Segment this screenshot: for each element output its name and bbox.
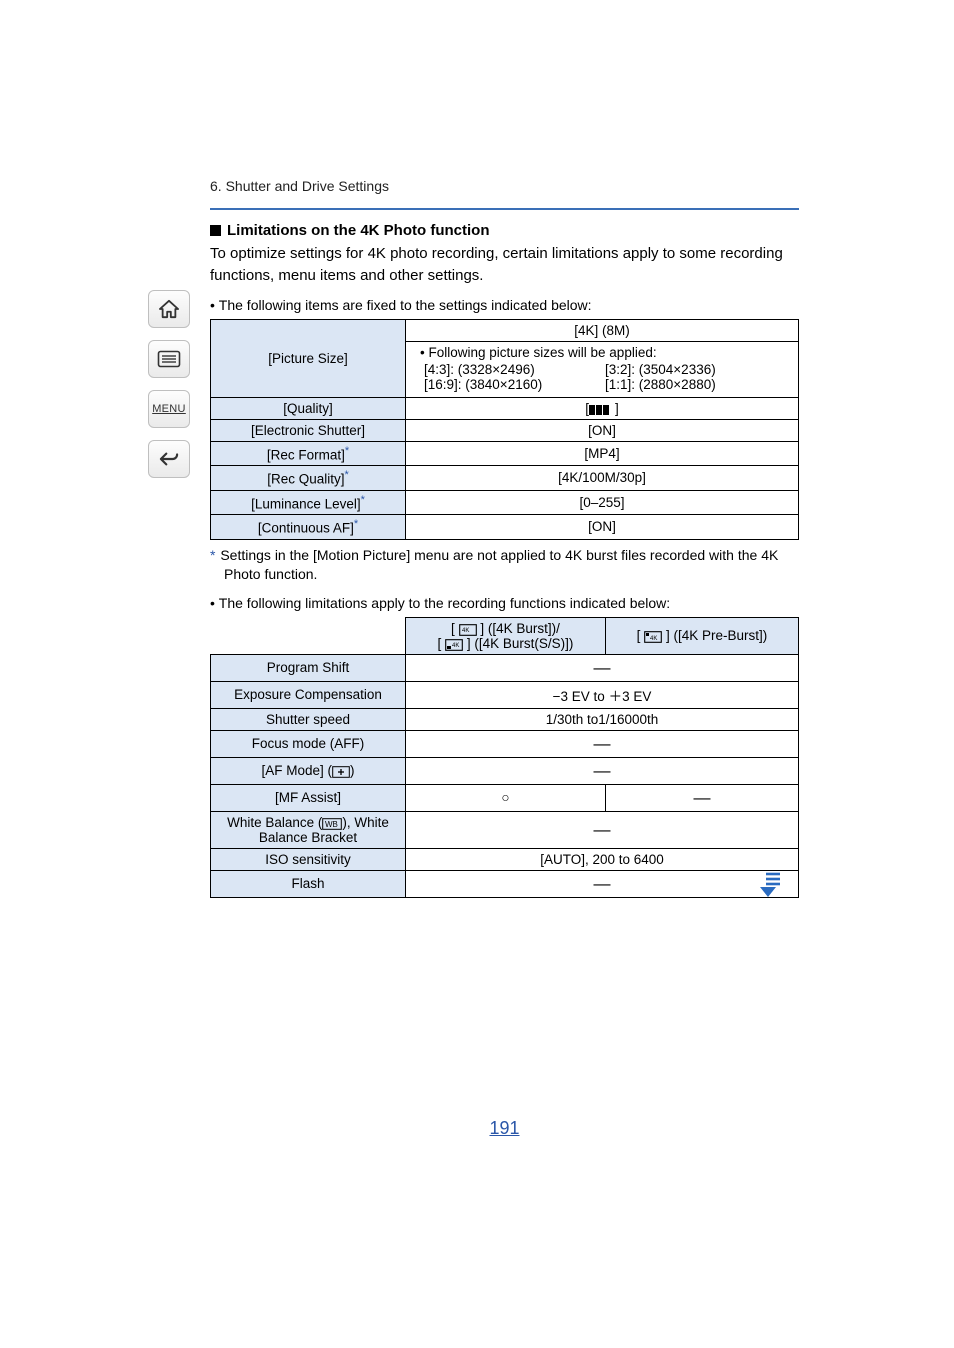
- preburst-icon: 4K: [644, 631, 662, 643]
- table-row: [Rec Format]* [MP4]: [211, 441, 799, 466]
- row-label: [Continuous AF]*: [211, 515, 406, 540]
- table-row: [Luminance Level]* [0–255]: [211, 490, 799, 515]
- size-value: [4:3]: (3328×2496): [424, 362, 605, 377]
- limitations-table: [ 4K ] ([4K Burst])/ [ 4K ] ([4K Burst(S…: [210, 617, 799, 898]
- row-label: [Picture Size]: [211, 319, 406, 397]
- cell-value: —: [406, 870, 799, 897]
- row-label: [AF Mode] (): [211, 757, 406, 784]
- home-button[interactable]: [148, 290, 190, 328]
- row-label: Program Shift: [211, 654, 406, 681]
- sidebar: MENU: [148, 290, 190, 478]
- table-row: [MF Assist] ○ —: [211, 784, 799, 811]
- column-header-burst: [ 4K ] ([4K Burst])/ [ 4K ] ([4K Burst(S…: [406, 617, 606, 654]
- row-label: ISO sensitivity: [211, 848, 406, 870]
- size-value: [3:2]: (3504×2336): [605, 362, 786, 377]
- table-row: Flash —: [211, 870, 799, 897]
- table-row: [Picture Size] [4K] (8M): [211, 319, 799, 341]
- fixed-items-intro: The following items are fixed to the set…: [210, 297, 799, 313]
- table-row: Shutter speed 1/30th to1/16000th: [211, 708, 799, 730]
- sizes-grid: [4:3]: (3328×2496) [3:2]: (3504×2336) [1…: [420, 360, 790, 394]
- svg-text:4K: 4K: [650, 636, 657, 642]
- back-icon: [158, 450, 180, 468]
- cell-value: [4K/100M/30p]: [406, 466, 799, 491]
- cell-value: []: [406, 397, 799, 419]
- table-row: [Electronic Shutter] [ON]: [211, 419, 799, 441]
- page-number[interactable]: 191: [210, 1118, 799, 1219]
- back-button[interactable]: [148, 440, 190, 478]
- section-title: Limitations on the 4K Photo function: [227, 222, 489, 239]
- size-value: [1:1]: (2880×2880): [605, 377, 786, 392]
- row-label: Exposure Compensation: [211, 681, 406, 708]
- row-label: White Balance (WB), White Balance Bracke…: [211, 811, 406, 848]
- cell-value: [4K] (8M): [406, 319, 799, 341]
- table-row: [AF Mode] () —: [211, 757, 799, 784]
- limitations-intro: The following limitations apply to the r…: [210, 595, 799, 611]
- cell-value: —: [605, 784, 798, 811]
- burst-icon: 4K: [459, 624, 477, 636]
- cell-value: [ON]: [406, 515, 799, 540]
- cell-value: 1/30th to1/16000th: [406, 708, 799, 730]
- row-label: [Quality]: [211, 397, 406, 419]
- fixed-settings-table: [Picture Size] [4K] (8M) • Following pic…: [210, 319, 799, 540]
- table-row: Program Shift —: [211, 654, 799, 681]
- row-label: Shutter speed: [211, 708, 406, 730]
- quality-fine-icon: [589, 404, 615, 416]
- cell-value: —: [406, 730, 799, 757]
- table-row: Exposure Compensation −3 EV to ＋3 EV: [211, 681, 799, 708]
- cell-value: [MP4]: [406, 441, 799, 466]
- continue-indicator: [754, 872, 782, 902]
- svg-text:4K: 4K: [462, 628, 469, 634]
- row-label: [MF Assist]: [211, 784, 406, 811]
- table-row: [Continuous AF]* [ON]: [211, 515, 799, 540]
- empty-corner: [211, 617, 406, 654]
- table-row: [Rec Quality]* [4K/100M/30p]: [211, 466, 799, 491]
- divider: [210, 208, 799, 210]
- row-label: [Rec Format]*: [211, 441, 406, 466]
- cell-value: [AUTO], 200 to 6400: [406, 848, 799, 870]
- af-plus-icon: [332, 766, 350, 778]
- breadcrumb: 6. Shutter and Drive Settings: [210, 178, 799, 198]
- contents-icon: [157, 350, 181, 368]
- continue-arrow-icon: [754, 872, 782, 898]
- cell-value: −3 EV to ＋3 EV: [406, 681, 799, 708]
- cell-value: —: [406, 654, 799, 681]
- picture-sizes-cell: • Following picture sizes will be applie…: [406, 341, 799, 397]
- row-label: Focus mode (AFF): [211, 730, 406, 757]
- table-row: [Quality] []: [211, 397, 799, 419]
- row-label: [Electronic Shutter]: [211, 419, 406, 441]
- table-row: White Balance (WB), White Balance Bracke…: [211, 811, 799, 848]
- home-icon: [158, 299, 180, 319]
- footnote: * Settings in the [Motion Picture] menu …: [210, 546, 799, 585]
- row-label: [Luminance Level]*: [211, 490, 406, 515]
- table-header-row: [ 4K ] ([4K Burst])/ [ 4K ] ([4K Burst(S…: [211, 617, 799, 654]
- menu-button[interactable]: MENU: [148, 390, 190, 428]
- size-value: [16:9]: (3840×2160): [424, 377, 605, 392]
- table-row: Focus mode (AFF) —: [211, 730, 799, 757]
- svg-text:WB: WB: [325, 820, 338, 829]
- svg-text:4K: 4K: [452, 643, 459, 649]
- wb-preset-icon: WB: [322, 818, 342, 830]
- square-bullet-icon: [210, 225, 221, 236]
- intro-paragraph: To optimize settings for 4K photo record…: [210, 243, 799, 287]
- burst-ss-icon: 4K: [445, 639, 463, 651]
- cell-value: ○: [406, 784, 606, 811]
- section-heading: Limitations on the 4K Photo function: [210, 222, 799, 239]
- row-label: [Rec Quality]*: [211, 466, 406, 491]
- row-label: Flash: [211, 870, 406, 897]
- cell-value: —: [406, 811, 799, 848]
- contents-button[interactable]: [148, 340, 190, 378]
- cell-value: [ON]: [406, 419, 799, 441]
- sizes-intro: • Following picture sizes will be applie…: [420, 345, 790, 360]
- cell-value: —: [406, 757, 799, 784]
- column-header-preburst: [ 4K ] ([4K Pre-Burst]): [605, 617, 798, 654]
- page-content: 6. Shutter and Drive Settings Limitation…: [210, 0, 799, 1219]
- cell-value: [0–255]: [406, 490, 799, 515]
- table-row: ISO sensitivity [AUTO], 200 to 6400: [211, 848, 799, 870]
